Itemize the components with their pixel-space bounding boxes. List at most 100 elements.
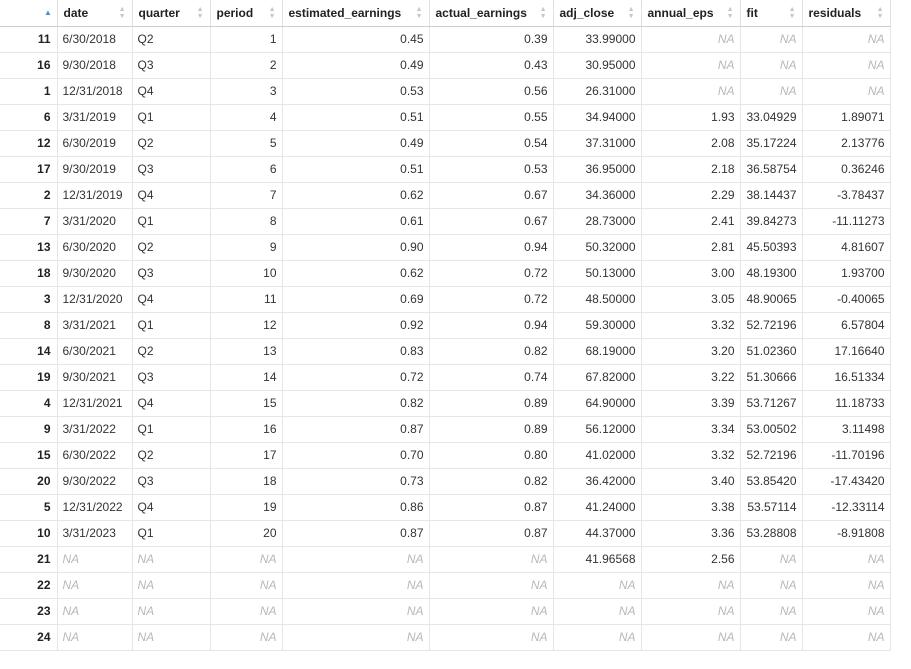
column-header-period[interactable]: period ▲ ▼ xyxy=(210,0,283,27)
cell-actual-earnings: 0.82 xyxy=(429,338,554,365)
cell-quarter: Q3 xyxy=(132,364,211,391)
cell-actual-earnings: 0.43 xyxy=(429,52,554,79)
row-index: 2 xyxy=(0,182,58,209)
column-header-residuals[interactable]: residuals ▲ ▼ xyxy=(802,0,891,27)
row-index: 17 xyxy=(0,156,58,183)
cell-residuals: NA xyxy=(802,546,891,573)
cell-quarter: Q4 xyxy=(132,182,211,209)
column-header-index[interactable]: ▲ xyxy=(0,0,58,27)
column-header-date[interactable]: date ▲ ▼ xyxy=(57,0,133,27)
cell-fit: 53.71267 xyxy=(740,390,803,417)
cell-adj-close: 37.31000 xyxy=(553,130,642,157)
cell-date: 12/31/2021 xyxy=(57,390,133,417)
cell-adj-close: 50.32000 xyxy=(553,234,642,261)
cell-date: 9/30/2019 xyxy=(57,156,133,183)
cell-annual-eps: 2.18 xyxy=(641,156,741,183)
cell-estimated-earnings: 0.83 xyxy=(282,338,430,365)
cell-annual-eps: 3.32 xyxy=(641,312,741,339)
cell-adj-close: 36.42000 xyxy=(553,468,642,495)
cell-estimated-earnings: NA xyxy=(282,546,430,573)
cell-annual-eps: 2.56 xyxy=(641,546,741,573)
column-header-quarter[interactable]: quarter ▲ ▼ xyxy=(132,0,211,27)
cell-actual-earnings: NA xyxy=(429,624,554,651)
row-index: 19 xyxy=(0,364,58,391)
sort-ascending-icon[interactable]: ▲ xyxy=(44,8,52,17)
cell-period: 20 xyxy=(210,520,283,547)
row-index: 18 xyxy=(0,260,58,287)
cell-date: 9/30/2021 xyxy=(57,364,133,391)
cell-actual-earnings: 0.94 xyxy=(429,312,554,339)
cell-residuals: -0.40065 xyxy=(802,286,891,313)
column-header-annual-eps[interactable]: annual_eps ▲ ▼ xyxy=(641,0,741,27)
cell-actual-earnings: 0.55 xyxy=(429,104,554,131)
cell-date: 6/30/2021 xyxy=(57,338,133,365)
cell-residuals: NA xyxy=(802,26,891,53)
sort-toggle-icon[interactable]: ▲ ▼ xyxy=(269,6,276,20)
table-row: 2 12/31/2019 Q4 7 0.62 0.67 34.36000 2.29 38.144… xyxy=(0,182,891,209)
cell-fit: 48.19300 xyxy=(740,260,803,287)
cell-estimated-earnings: 0.82 xyxy=(282,390,430,417)
cell-adj-close: 30.95000 xyxy=(553,52,642,79)
table-row: 14 6/30/2021 Q2 13 0.83 0.82 68.19000 3.20 51.02… xyxy=(0,338,891,365)
cell-quarter: Q2 xyxy=(132,442,211,469)
cell-residuals: 16.51334 xyxy=(802,364,891,391)
column-header-actual-earnings[interactable]: actual_earnings ▲ ▼ xyxy=(429,0,554,27)
cell-actual-earnings: 0.87 xyxy=(429,520,554,547)
cell-adj-close: 26.31000 xyxy=(553,78,642,105)
sort-toggle-icon[interactable]: ▲ ▼ xyxy=(119,6,126,20)
cell-period: 3 xyxy=(210,78,283,105)
cell-date: 3/31/2021 xyxy=(57,312,133,339)
table-row: 18 9/30/2020 Q3 10 0.62 0.72 50.13000 3.00 48.19… xyxy=(0,260,891,287)
cell-fit: 39.84273 xyxy=(740,208,803,235)
cell-residuals: 6.57804 xyxy=(802,312,891,339)
cell-quarter: Q1 xyxy=(132,208,211,235)
cell-quarter: Q2 xyxy=(132,234,211,261)
cell-annual-eps: NA xyxy=(641,572,741,599)
cell-annual-eps: NA xyxy=(641,52,741,79)
cell-residuals: 17.16640 xyxy=(802,338,891,365)
column-header-adj-close[interactable]: adj_close ▲ ▼ xyxy=(553,0,642,27)
cell-adj-close: 41.96568 xyxy=(553,546,642,573)
column-header-label: date xyxy=(63,5,89,20)
cell-date: 12/31/2020 xyxy=(57,286,133,313)
cell-annual-eps: 3.39 xyxy=(641,390,741,417)
cell-residuals: -11.11273 xyxy=(802,208,891,235)
cell-date: 6/30/2022 xyxy=(57,442,133,469)
sort-toggle-icon[interactable]: ▲ ▼ xyxy=(416,6,423,20)
cell-residuals: -17.43420 xyxy=(802,468,891,495)
sort-toggle-icon[interactable]: ▲ ▼ xyxy=(628,6,635,20)
sort-toggle-icon[interactable]: ▲ ▼ xyxy=(727,6,734,20)
row-index: 14 xyxy=(0,338,58,365)
table-header: ▲ date ▲ ▼ quarter ▲ ▼ period ▲ ▼ estimated_earnin… xyxy=(0,0,891,27)
sort-toggle-icon[interactable]: ▲ ▼ xyxy=(540,6,547,20)
cell-annual-eps: 2.81 xyxy=(641,234,741,261)
table-row: 7 3/31/2020 Q1 8 0.61 0.67 28.73000 2.41 39.8427… xyxy=(0,208,891,235)
table-row: 17 9/30/2019 Q3 6 0.51 0.53 36.95000 2.18 36.587… xyxy=(0,156,891,183)
table-row: 11 6/30/2018 Q2 1 0.45 0.39 33.99000 NA NA NA xyxy=(0,26,891,53)
cell-actual-earnings: 0.72 xyxy=(429,260,554,287)
cell-actual-earnings: 0.87 xyxy=(429,494,554,521)
cell-adj-close: 34.94000 xyxy=(553,104,642,131)
column-header-label: period xyxy=(216,5,254,20)
cell-adj-close: 56.12000 xyxy=(553,416,642,443)
cell-adj-close: 28.73000 xyxy=(553,208,642,235)
sort-toggle-icon[interactable]: ▲ ▼ xyxy=(877,6,884,20)
sort-toggle-icon[interactable]: ▲ ▼ xyxy=(197,6,204,20)
cell-fit: 33.04929 xyxy=(740,104,803,131)
cell-quarter: NA xyxy=(132,572,211,599)
column-header-estimated-earnings[interactable]: estimated_earnings ▲ ▼ xyxy=(282,0,430,27)
cell-actual-earnings: 0.74 xyxy=(429,364,554,391)
cell-period: 12 xyxy=(210,312,283,339)
cell-actual-earnings: 0.94 xyxy=(429,234,554,261)
sort-toggle-icon[interactable]: ▲ ▼ xyxy=(789,6,796,20)
cell-date: 9/30/2022 xyxy=(57,468,133,495)
cell-period: 14 xyxy=(210,364,283,391)
column-header-fit[interactable]: fit ▲ ▼ xyxy=(740,0,803,27)
row-index: 7 xyxy=(0,208,58,235)
row-index: 13 xyxy=(0,234,58,261)
cell-fit: 53.28808 xyxy=(740,520,803,547)
cell-actual-earnings: NA xyxy=(429,572,554,599)
cell-annual-eps: 3.40 xyxy=(641,468,741,495)
cell-date: 12/31/2022 xyxy=(57,494,133,521)
cell-date: NA xyxy=(57,598,133,625)
